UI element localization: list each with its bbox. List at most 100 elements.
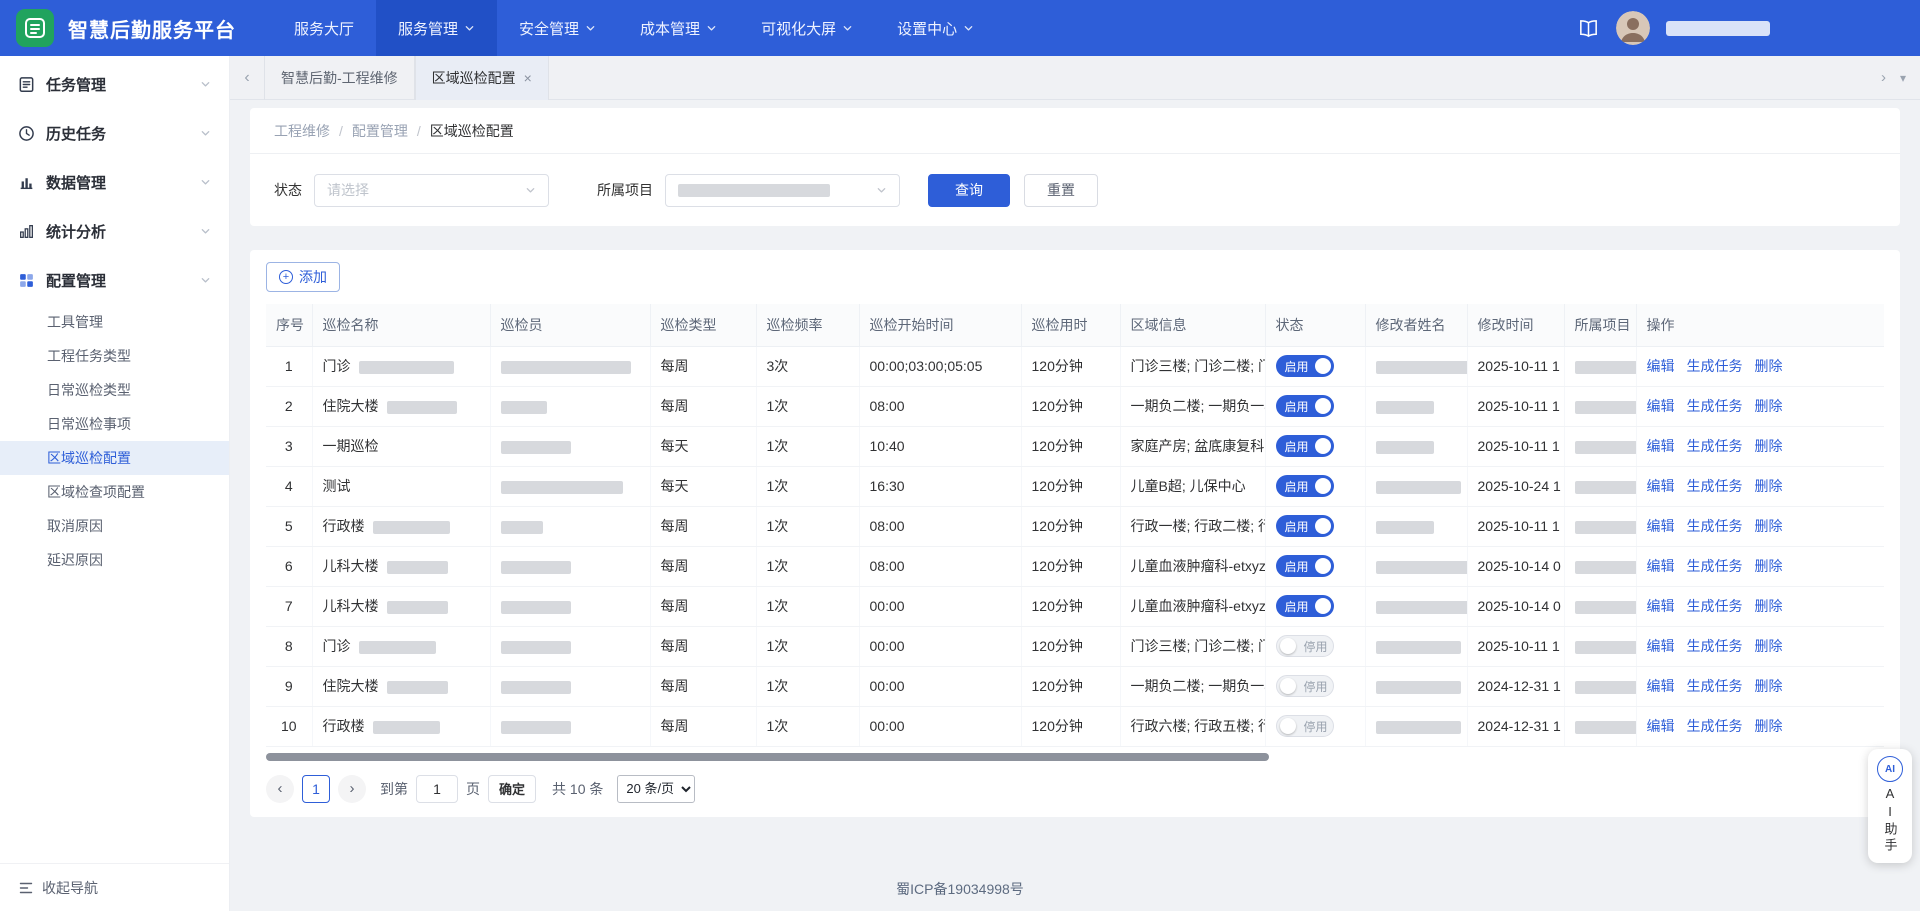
edit-link[interactable]: 编辑 xyxy=(1647,358,1675,374)
chevron-right-icon[interactable]: › xyxy=(1881,69,1886,86)
status-toggle[interactable]: 启用 xyxy=(1276,515,1334,537)
reset-button[interactable]: 重置 xyxy=(1024,174,1098,207)
chevron-left-icon[interactable]: ‹ xyxy=(230,69,264,87)
chevron-down-icon[interactable]: ▾ xyxy=(1900,71,1906,85)
status-toggle[interactable]: 停用 xyxy=(1276,675,1334,697)
submenu-item-8[interactable]: 延迟原因 xyxy=(0,543,229,577)
search-button[interactable]: 查询 xyxy=(928,174,1010,207)
redacted-inspector xyxy=(501,721,571,734)
cell-type: 每周 xyxy=(650,386,756,426)
generate-task-link[interactable]: 生成任务 xyxy=(1687,478,1743,494)
current-page-button[interactable]: 1 xyxy=(302,775,330,803)
nav-item-4[interactable]: 成本管理 xyxy=(618,0,739,56)
submenu-item-6[interactable]: 区域检查项配置 xyxy=(0,475,229,509)
app-logo-icon[interactable] xyxy=(16,9,54,47)
delete-link[interactable]: 删除 xyxy=(1755,438,1783,454)
delete-link[interactable]: 删除 xyxy=(1755,598,1783,614)
generate-task-link[interactable]: 生成任务 xyxy=(1687,438,1743,454)
delete-link[interactable]: 删除 xyxy=(1755,638,1783,654)
edit-link[interactable]: 编辑 xyxy=(1647,678,1675,694)
generate-task-link[interactable]: 生成任务 xyxy=(1687,518,1743,534)
edit-link[interactable]: 编辑 xyxy=(1647,558,1675,574)
cell-modified-time: 2025-10-11 1 xyxy=(1467,386,1564,426)
status-toggle[interactable]: 停用 xyxy=(1276,715,1334,737)
delete-link[interactable]: 删除 xyxy=(1755,518,1783,534)
breadcrumb-item-1[interactable]: 工程维修 xyxy=(274,121,330,141)
status-select[interactable]: 请选择 xyxy=(314,174,549,207)
edit-link[interactable]: 编辑 xyxy=(1647,718,1675,734)
status-toggle[interactable]: 启用 xyxy=(1276,475,1334,497)
menu-item-1[interactable]: 任务管理 xyxy=(0,60,229,109)
tab-1[interactable]: 智慧后勤-工程维修 xyxy=(264,56,415,100)
nav-item-3[interactable]: 安全管理 xyxy=(497,0,618,56)
delete-link[interactable]: 删除 xyxy=(1755,678,1783,694)
menu-item-2[interactable]: 历史任务 xyxy=(0,109,229,158)
tab-2[interactable]: 区域巡检配置× xyxy=(415,56,549,100)
delete-link[interactable]: 删除 xyxy=(1755,558,1783,574)
cell-inspector xyxy=(490,706,650,746)
delete-link[interactable]: 删除 xyxy=(1755,398,1783,414)
generate-task-link[interactable]: 生成任务 xyxy=(1687,718,1743,734)
status-toggle[interactable]: 启用 xyxy=(1276,595,1334,617)
status-toggle-label: 启用 xyxy=(1285,558,1309,575)
user-avatar[interactable] xyxy=(1616,11,1650,45)
edit-link[interactable]: 编辑 xyxy=(1647,478,1675,494)
collapse-nav-button[interactable]: 收起导航 xyxy=(0,863,229,911)
page-content: 工程维修/配置管理/区域巡检配置 状态 请选择 所属项目 查询 重置 + xyxy=(230,100,1920,911)
prev-page-button[interactable]: ‹ xyxy=(266,775,294,803)
delete-link[interactable]: 删除 xyxy=(1755,358,1783,374)
generate-task-link[interactable]: 生成任务 xyxy=(1687,558,1743,574)
next-page-button[interactable]: › xyxy=(338,775,366,803)
status-toggle[interactable]: 停用 xyxy=(1276,635,1334,657)
nav-item-5[interactable]: 可视化大屏 xyxy=(739,0,875,56)
submenu-item-1[interactable]: 工具管理 xyxy=(0,305,229,339)
status-toggle[interactable]: 启用 xyxy=(1276,435,1334,457)
generate-task-link[interactable]: 生成任务 xyxy=(1687,678,1743,694)
page-size-select[interactable]: 20 条/页 xyxy=(617,775,695,803)
edit-link[interactable]: 编辑 xyxy=(1647,398,1675,414)
menu-item-4[interactable]: 统计分析 xyxy=(0,207,229,256)
generate-task-link[interactable]: 生成任务 xyxy=(1687,358,1743,374)
status-toggle[interactable]: 启用 xyxy=(1276,355,1334,377)
cell-duration: 120分钟 xyxy=(1021,706,1120,746)
generate-task-link[interactable]: 生成任务 xyxy=(1687,598,1743,614)
edit-link[interactable]: 编辑 xyxy=(1647,638,1675,654)
generate-task-link[interactable]: 生成任务 xyxy=(1687,638,1743,654)
delete-link[interactable]: 删除 xyxy=(1755,718,1783,734)
submenu-item-2[interactable]: 工程任务类型 xyxy=(0,339,229,373)
cell-modifier xyxy=(1365,346,1467,386)
cell-duration: 120分钟 xyxy=(1021,346,1120,386)
edit-link[interactable]: 编辑 xyxy=(1647,518,1675,534)
menu-item-5[interactable]: 配置管理 xyxy=(0,256,229,305)
nav-item-1[interactable]: 服务大厅 xyxy=(272,0,376,56)
project-select[interactable] xyxy=(665,174,900,207)
redacted-project xyxy=(1575,641,1637,654)
edit-link[interactable]: 编辑 xyxy=(1647,438,1675,454)
generate-task-link[interactable]: 生成任务 xyxy=(1687,398,1743,414)
menu-item-3[interactable]: 数据管理 xyxy=(0,158,229,207)
submenu-item-5[interactable]: 区域巡检配置 xyxy=(0,441,229,475)
submenu-item-3[interactable]: 日常巡检类型 xyxy=(0,373,229,407)
cell-start-time: 00:00 xyxy=(859,706,1021,746)
scrollbar-thumb[interactable] xyxy=(266,753,1269,761)
nav-item-6[interactable]: 设置中心 xyxy=(875,0,996,56)
add-button[interactable]: + 添加 xyxy=(266,262,340,292)
delete-link[interactable]: 删除 xyxy=(1755,478,1783,494)
app-title: 智慧后勤服务平台 xyxy=(68,14,236,43)
cell-index: 4 xyxy=(266,466,312,506)
close-tab-icon[interactable]: × xyxy=(524,70,532,86)
status-toggle[interactable]: 启用 xyxy=(1276,395,1334,417)
submenu-item-4[interactable]: 日常巡检事项 xyxy=(0,407,229,441)
docs-book-icon[interactable] xyxy=(1577,17,1600,40)
breadcrumb-item-2[interactable]: 配置管理 xyxy=(352,121,408,141)
status-toggle[interactable]: 启用 xyxy=(1276,555,1334,577)
goto-page-input[interactable] xyxy=(416,775,458,803)
nav-item-2[interactable]: 服务管理 xyxy=(376,0,497,56)
submenu-item-7[interactable]: 取消原因 xyxy=(0,509,229,543)
column-header-13: 操作 xyxy=(1636,304,1884,346)
ai-assistant-button[interactable]: AI AI助手 xyxy=(1868,749,1912,863)
cell-frequency: 1次 xyxy=(756,466,859,506)
edit-link[interactable]: 编辑 xyxy=(1647,598,1675,614)
status-toggle-label: 启用 xyxy=(1285,478,1309,495)
confirm-page-button[interactable]: 确定 xyxy=(488,775,536,803)
